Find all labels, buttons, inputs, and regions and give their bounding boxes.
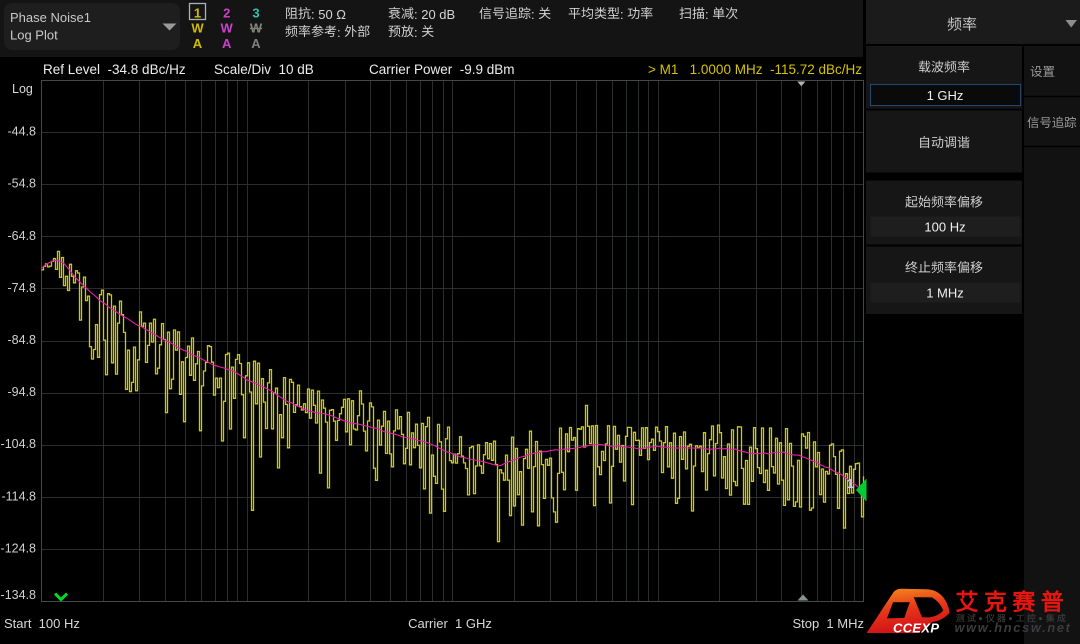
- svg-text:-124.8: -124.8: [1, 541, 36, 555]
- svg-text:www.hncsw.net: www.hncsw.net: [955, 620, 1072, 635]
- svg-text:Start 100 Hz: Start 100 Hz: [4, 616, 80, 631]
- svg-text:1 MHz: 1 MHz: [926, 286, 964, 301]
- svg-text:-54.8: -54.8: [8, 177, 37, 191]
- svg-text:A: A: [251, 36, 261, 51]
- svg-text:Carrier Power -9.9 dBm: Carrier Power -9.9 dBm: [369, 62, 515, 77]
- svg-text:Scale/Div 10 dB: Scale/Div 10 dB: [214, 62, 314, 77]
- svg-text:100 Hz: 100 Hz: [924, 220, 965, 235]
- svg-text:W: W: [250, 21, 263, 36]
- svg-text:-134.8: -134.8: [1, 588, 36, 602]
- svg-text:Log Plot: Log Plot: [10, 28, 58, 43]
- svg-text::: :: [531, 7, 535, 22]
- svg-text:-64.8: -64.8: [8, 229, 37, 243]
- svg-text:A: A: [222, 36, 232, 51]
- svg-text:W: W: [191, 21, 204, 36]
- svg-text:3: 3: [252, 6, 259, 21]
- svg-text::: :: [414, 25, 418, 40]
- svg-text:W: W: [221, 21, 234, 36]
- svg-text:-104.8: -104.8: [1, 437, 36, 451]
- svg-text:Phase Noise1: Phase Noise1: [10, 10, 91, 25]
- svg-text:1: 1: [194, 6, 201, 21]
- svg-text:2: 2: [223, 6, 230, 21]
- svg-text:-44.8: -44.8: [8, 125, 37, 139]
- svg-text:-74.8: -74.8: [8, 281, 37, 295]
- svg-text:Carrier 1 GHz: Carrier 1 GHz: [408, 616, 492, 631]
- svg-text:A: A: [193, 36, 203, 51]
- svg-text:-114.8: -114.8: [1, 489, 36, 503]
- svg-text::: :: [620, 7, 624, 22]
- svg-text::: :: [705, 7, 709, 22]
- svg-text:Ref Level -34.8 dBc/Hz: Ref Level -34.8 dBc/Hz: [43, 62, 186, 77]
- svg-text:Stop 1 MHz: Stop 1 MHz: [792, 616, 864, 631]
- svg-text:: 50 Ω: : 50 Ω: [311, 7, 346, 22]
- svg-text:CCEXP: CCEXP: [893, 621, 939, 636]
- svg-text:1: 1: [847, 476, 854, 491]
- svg-text:-84.8: -84.8: [8, 333, 37, 347]
- svg-text:Log: Log: [12, 82, 33, 96]
- svg-text:1 GHz: 1 GHz: [927, 88, 964, 103]
- svg-text:: 20 dB: : 20 dB: [414, 7, 455, 22]
- svg-text::: :: [337, 25, 341, 40]
- svg-text:> M1 1.0000 MHz -115.72 dBc: > M1 1.0000 MHz -115.72 dBc/Hz: [648, 62, 862, 77]
- svg-text:-94.8: -94.8: [8, 385, 37, 399]
